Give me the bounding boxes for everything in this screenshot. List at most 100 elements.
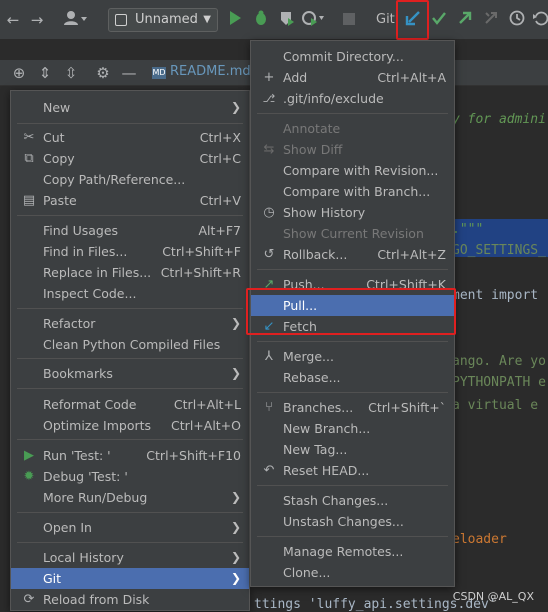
- history-clock-icon[interactable]: [508, 10, 526, 30]
- menu-label: More Run/Debug: [43, 490, 148, 505]
- collapse-all-icon[interactable]: ⇳: [62, 63, 80, 83]
- menu-item-open-in[interactable]: Open In ❯: [11, 517, 249, 538]
- coverage-icon[interactable]: [278, 10, 296, 30]
- main-toolbar: ← → Unnamed ▼ Git:: [0, 0, 548, 40]
- menu-item-optimize-imports[interactable]: Optimize Imports Ctrl+Alt+O: [11, 415, 249, 436]
- menu-item-rebase[interactable]: Rebase...: [251, 367, 454, 388]
- menu-item-new-branch[interactable]: New Branch...: [251, 418, 454, 439]
- menu-item-find-usages[interactable]: Find Usages Alt+F7: [11, 220, 249, 241]
- branch-icon: ⑂: [265, 400, 273, 415]
- menu-item-debug[interactable]: ✹ Debug 'Test: ': [11, 466, 249, 487]
- forward-icon[interactable]: →: [28, 10, 46, 30]
- editor-line: a virtual e: [452, 398, 539, 413]
- push-icon[interactable]: [456, 10, 474, 30]
- profile-icon[interactable]: [302, 10, 324, 30]
- copy-icon: ⧉: [24, 151, 34, 166]
- menu-shortcut: Ctrl+Alt+A: [377, 70, 446, 85]
- menu-label: Local History: [43, 550, 124, 565]
- menu-label: New: [43, 100, 71, 115]
- back-icon[interactable]: ←: [4, 10, 22, 30]
- editor-line: y for admini: [452, 112, 546, 127]
- menu-item-new[interactable]: New ❯: [11, 97, 249, 118]
- menu-label: Stash Changes...: [283, 493, 389, 508]
- menu-item-paste[interactable]: ▤ Paste Ctrl+V: [11, 190, 249, 211]
- menu-item-replace-in-files[interactable]: Replace in Files... Ctrl+Shift+R: [11, 262, 249, 283]
- menu-separator: [17, 512, 243, 513]
- run-config-label: Unnamed: [135, 12, 198, 27]
- menu-item-manage-remotes[interactable]: Manage Remotes...: [251, 541, 454, 562]
- menu-item-refactor[interactable]: Refactor ❯: [11, 313, 249, 334]
- menu-item-find-in-files[interactable]: Find in Files... Ctrl+Shift+F: [11, 241, 249, 262]
- tab-readme[interactable]: MD README.md: [152, 64, 251, 79]
- menu-item-commit-directory[interactable]: Commit Directory...: [251, 46, 454, 67]
- run-configuration-select[interactable]: Unnamed ▼: [108, 8, 218, 32]
- menu-item-reload-from-disk[interactable]: ⟳ Reload from Disk: [11, 589, 249, 610]
- run-icon[interactable]: [226, 10, 244, 30]
- menu-label: Rebase...: [283, 370, 341, 385]
- menu-item-reformat-code[interactable]: Reformat Code Ctrl+Alt+L: [11, 394, 249, 415]
- menu-item-rollback[interactable]: ↺ Rollback... Ctrl+Alt+Z: [251, 244, 454, 265]
- menu-label: Find in Files...: [43, 244, 128, 259]
- menu-item-inspect-code[interactable]: Inspect Code...: [11, 283, 249, 304]
- target-icon[interactable]: ⊕: [10, 63, 28, 83]
- menu-item-show-current-revision: Show Current Revision: [251, 223, 454, 244]
- project-context-menu: New ❯ ✂ Cut Ctrl+X ⧉ Copy Ctrl+C Copy Path/Re…: [10, 90, 250, 611]
- rollback-toolbar-icon[interactable]: [532, 10, 548, 30]
- debug-icon[interactable]: [252, 10, 270, 30]
- menu-item-copy[interactable]: ⧉ Copy Ctrl+C: [11, 148, 249, 169]
- menu-shortcut: Ctrl+C: [199, 151, 241, 166]
- menu-label: Rollback...: [283, 247, 348, 262]
- menu-separator: [17, 308, 243, 309]
- menu-item-clone[interactable]: Clone...: [251, 562, 454, 583]
- menu-item-unstash[interactable]: Unstash Changes...: [251, 511, 454, 532]
- menu-item-compare-revision[interactable]: Compare with Revision...: [251, 160, 454, 181]
- menu-separator: [257, 485, 448, 486]
- menu-item-git[interactable]: Git ❯: [11, 568, 249, 589]
- gear-icon[interactable]: ⚙: [94, 63, 112, 83]
- menu-item-clean-python[interactable]: Clean Python Compiled Files: [11, 334, 249, 355]
- scissors-icon: ✂: [23, 130, 35, 145]
- menu-label: Show Diff: [283, 142, 343, 157]
- menu-separator: [257, 113, 448, 114]
- menu-shortcut: Ctrl+Shift+F: [162, 244, 241, 259]
- watermark: CSDN @AL_QX: [452, 590, 534, 603]
- menu-label: Run 'Test: ': [43, 448, 111, 463]
- clock-icon: ◷: [263, 205, 275, 220]
- menu-item-compare-branch[interactable]: Compare with Branch...: [251, 181, 454, 202]
- config-icon: [115, 14, 127, 26]
- menu-item-merge[interactable]: ⅄ Merge...: [251, 346, 454, 367]
- commit-icon[interactable]: [430, 10, 448, 30]
- update-project-highlight: [396, 0, 429, 40]
- menu-shortcut: Ctrl+X: [199, 130, 241, 145]
- menu-item-local-history[interactable]: Local History ❯: [11, 547, 249, 568]
- diff-icon: ⇆: [263, 142, 275, 157]
- stop-icon[interactable]: [342, 10, 356, 30]
- menu-item-bookmarks[interactable]: Bookmarks ❯: [11, 363, 249, 384]
- menu-item-run[interactable]: ▶ Run 'Test: ' Ctrl+Shift+F10: [11, 445, 249, 466]
- hide-icon[interactable]: —: [120, 63, 138, 83]
- merge-disabled-icon: [482, 10, 500, 30]
- menu-item-copy-path[interactable]: Copy Path/Reference...: [11, 169, 249, 190]
- menu-label: Inspect Code...: [43, 286, 137, 301]
- menu-item-new-tag[interactable]: New Tag...: [251, 439, 454, 460]
- menu-item-cut[interactable]: ✂ Cut Ctrl+X: [11, 127, 249, 148]
- menu-separator: [257, 392, 448, 393]
- plus-icon: +: [263, 70, 275, 85]
- menu-shortcut: Ctrl+Alt+O: [171, 418, 241, 433]
- menu-shortcut: Ctrl+Alt+Z: [377, 247, 446, 262]
- menu-item-git-exclude[interactable]: ⎇ .git/info/exclude: [251, 88, 454, 109]
- merge-icon: ⅄: [265, 349, 273, 364]
- chevron-right-icon: ❯: [230, 490, 241, 504]
- menu-separator: [17, 439, 243, 440]
- expand-all-icon[interactable]: ⇕: [36, 63, 54, 83]
- menu-item-stash[interactable]: Stash Changes...: [251, 490, 454, 511]
- menu-item-more-run-debug[interactable]: More Run/Debug ❯: [11, 487, 249, 508]
- menu-item-add[interactable]: + Add Ctrl+Alt+A: [251, 67, 454, 88]
- editor-line: eloader: [452, 532, 507, 547]
- user-icon[interactable]: [60, 10, 90, 30]
- menu-item-show-history[interactable]: ◷ Show History: [251, 202, 454, 223]
- editor-line: GO_SETTINGS_: [452, 243, 546, 258]
- menu-label: Manage Remotes...: [283, 544, 404, 559]
- menu-item-branches[interactable]: ⑂ Branches... Ctrl+Shift+`: [251, 397, 454, 418]
- menu-item-reset-head[interactable]: ↶ Reset HEAD...: [251, 460, 454, 481]
